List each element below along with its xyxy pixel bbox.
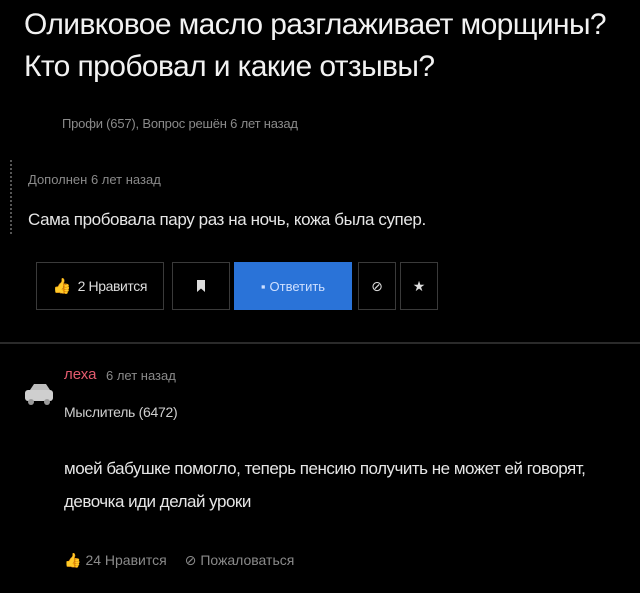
bookmark-icon xyxy=(197,280,205,292)
answer-time: 6 лет назад xyxy=(106,368,176,383)
report-icon: ⊘ xyxy=(184,552,197,568)
question-title: Оливковое масло разглаживает морщины?Кто… xyxy=(24,8,607,83)
block-button[interactable]: ⊘ xyxy=(358,262,396,310)
star-icon: ★ xyxy=(412,277,426,294)
avatar[interactable] xyxy=(22,380,56,410)
answer-rank: Мыслитель (6472) xyxy=(64,404,178,420)
answer-card: леха 6 лет назад Мыслитель (6472) моей б… xyxy=(0,344,640,593)
report-label: Пожаловаться xyxy=(200,552,295,568)
question-meta: Профи (657), Вопрос решён 6 лет назад xyxy=(62,116,298,131)
comment-icon: ▪ xyxy=(260,278,266,294)
answer-text: моей бабушке помогло, теперь пенсию полу… xyxy=(64,459,586,511)
answer-footer: 👍 24 Нравится ⊘ Пожаловаться xyxy=(64,552,294,569)
reply-label: Ответить xyxy=(269,278,326,294)
answer-like-label: 24 Нравится xyxy=(85,552,167,568)
question-addition: Дополнен 6 лет назад Сама пробовала пару… xyxy=(10,160,426,234)
bookmark-button[interactable] xyxy=(172,262,230,310)
block-icon: ⊘ xyxy=(371,277,383,294)
addition-text: Сама пробовала пару раз на ночь, кожа бы… xyxy=(28,210,426,229)
like-button[interactable]: 👍 2 Нравится xyxy=(36,262,164,310)
like-label: 2 Нравится xyxy=(77,278,148,294)
addition-label: Дополнен 6 лет назад xyxy=(28,172,161,187)
report-button[interactable]: ⊘ Пожаловаться xyxy=(185,552,295,568)
question-card: Оливковое масло разглаживает морщины?Кто… xyxy=(0,0,640,342)
answer-like-button[interactable]: 👍 24 Нравится xyxy=(64,552,171,568)
thumbs-up-icon: 👍 xyxy=(64,552,82,568)
reply-button[interactable]: ▪ Ответить xyxy=(234,262,352,310)
favorite-button[interactable]: ★ xyxy=(400,262,438,310)
thumbs-up-icon: 👍 xyxy=(52,278,72,295)
answer-author[interactable]: леха xyxy=(64,366,96,383)
